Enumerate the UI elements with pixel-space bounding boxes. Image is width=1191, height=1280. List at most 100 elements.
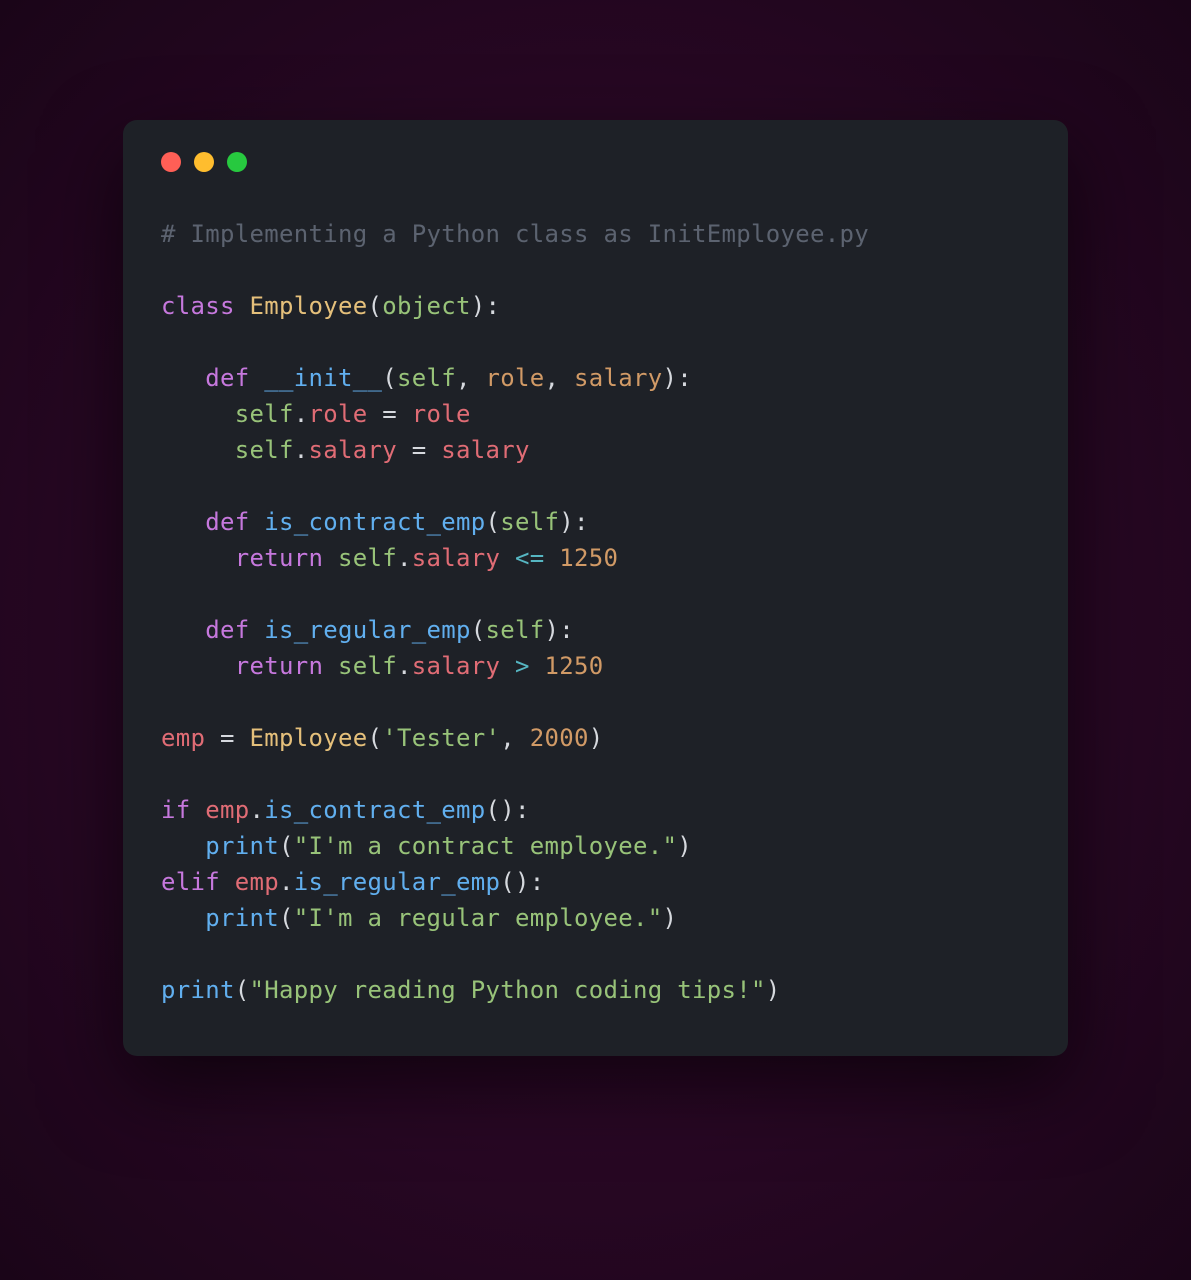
code-token: 1250: [559, 544, 618, 572]
code-token: role: [309, 400, 368, 428]
code-line: emp = Employee('Tester', 2000): [161, 720, 1030, 756]
code-token: elif: [161, 868, 235, 896]
code-token: [161, 616, 205, 644]
code-token: Employee: [250, 724, 368, 752]
code-token: ,: [456, 364, 486, 392]
code-token: =: [368, 400, 412, 428]
code-line: elif emp.is_regular_emp():: [161, 864, 1030, 900]
code-token: .: [397, 544, 412, 572]
code-token: "I'm a contract employee.": [294, 832, 677, 860]
code-token: [161, 400, 235, 428]
code-token: salary: [441, 436, 530, 464]
code-token: salary: [574, 364, 663, 392]
code-token: self: [235, 400, 294, 428]
minimize-icon[interactable]: [194, 152, 214, 172]
code-token: is_regular_emp: [294, 868, 501, 896]
code-token: ):: [559, 508, 589, 536]
code-token: "Happy reading Python coding tips!": [250, 976, 766, 1004]
code-token: [161, 364, 205, 392]
code-window: # Implementing a Python class as InitEmp…: [123, 120, 1068, 1056]
code-line: return self.salary > 1250: [161, 648, 1030, 684]
code-line: if emp.is_contract_emp():: [161, 792, 1030, 828]
code-token: [161, 652, 235, 680]
code-line: return self.salary <= 1250: [161, 540, 1030, 576]
code-token: object: [382, 292, 471, 320]
close-icon[interactable]: [161, 152, 181, 172]
code-token: (: [279, 904, 294, 932]
code-token: .: [294, 400, 309, 428]
code-token: role: [486, 364, 545, 392]
code-token: 'Tester': [382, 724, 500, 752]
code-line: print("I'm a contract employee."): [161, 828, 1030, 864]
code-token: (: [486, 508, 501, 536]
code-line: [161, 252, 1030, 288]
code-token: is_contract_emp: [264, 796, 485, 824]
code-token: salary: [412, 544, 501, 572]
maximize-icon[interactable]: [227, 152, 247, 172]
code-token: ): [589, 724, 604, 752]
code-line: [161, 684, 1030, 720]
code-token: print: [161, 976, 235, 1004]
code-line: [161, 324, 1030, 360]
code-token: (: [368, 292, 383, 320]
code-token: self: [397, 364, 456, 392]
code-token: (: [471, 616, 486, 644]
code-line: self.salary = salary: [161, 432, 1030, 468]
code-line: def __init__(self, role, salary):: [161, 360, 1030, 396]
code-token: ):: [471, 292, 501, 320]
code-token: [161, 904, 205, 932]
code-token: .: [397, 652, 412, 680]
code-token: ):: [663, 364, 693, 392]
code-token: print: [205, 832, 279, 860]
window-titlebar: [161, 152, 1030, 172]
code-token: ): [662, 904, 677, 932]
code-token: =: [205, 724, 249, 752]
code-token: .: [250, 796, 265, 824]
code-token: if: [161, 796, 205, 824]
code-line: def is_contract_emp(self):: [161, 504, 1030, 540]
code-token: "I'm a regular employee.": [294, 904, 663, 932]
code-token: def: [205, 616, 264, 644]
code-line: [161, 756, 1030, 792]
code-token: emp: [205, 796, 249, 824]
code-token: ,: [545, 364, 575, 392]
code-token: print: [205, 904, 279, 932]
code-line: def is_regular_emp(self):: [161, 612, 1030, 648]
code-token: ):: [545, 616, 575, 644]
code-token: is_contract_emp: [264, 508, 485, 536]
code-token: .: [294, 436, 309, 464]
code-token: ():: [500, 868, 544, 896]
code-line: print("I'm a regular employee."): [161, 900, 1030, 936]
code-token: >: [500, 652, 544, 680]
code-token: # Implementing a Python class as InitEmp…: [161, 220, 869, 248]
code-token: [161, 508, 205, 536]
code-token: class: [161, 292, 250, 320]
code-line: # Implementing a Python class as InitEmp…: [161, 216, 1030, 252]
code-token: salary: [309, 436, 398, 464]
code-token: ():: [486, 796, 530, 824]
code-token: 1250: [545, 652, 604, 680]
code-token: role: [412, 400, 471, 428]
code-token: [161, 832, 205, 860]
code-token: self: [235, 436, 294, 464]
code-token: self: [338, 652, 397, 680]
code-line: [161, 468, 1030, 504]
code-line: class Employee(object):: [161, 288, 1030, 324]
code-token: return: [235, 544, 338, 572]
code-token: salary: [412, 652, 501, 680]
code-token: ): [766, 976, 781, 1004]
code-token: ): [677, 832, 692, 860]
code-token: emp: [161, 724, 205, 752]
code-token: .: [279, 868, 294, 896]
code-line: print("Happy reading Python coding tips!…: [161, 972, 1030, 1008]
code-token: (: [368, 724, 383, 752]
code-token: (: [235, 976, 250, 1004]
code-token: (: [279, 832, 294, 860]
code-token: self: [500, 508, 559, 536]
code-token: <=: [500, 544, 559, 572]
code-token: self: [338, 544, 397, 572]
code-token: self: [486, 616, 545, 644]
code-token: 2000: [530, 724, 589, 752]
code-token: def: [205, 364, 264, 392]
code-token: (: [382, 364, 397, 392]
